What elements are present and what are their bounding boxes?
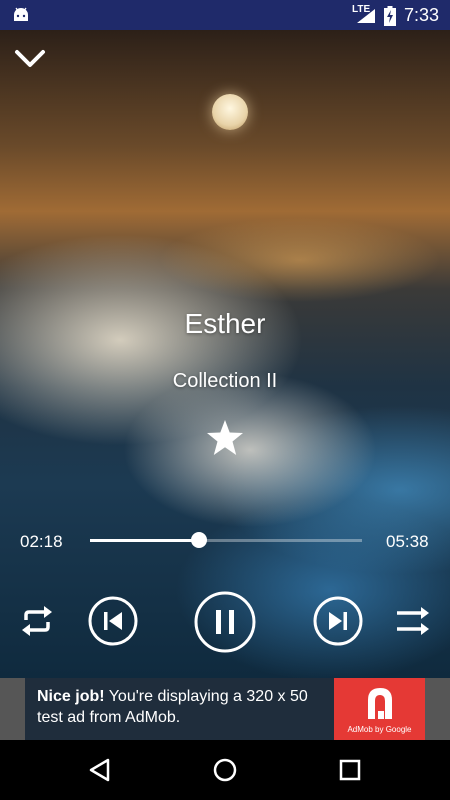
collapse-player-button[interactable]	[12, 44, 48, 74]
sun-image	[212, 94, 248, 130]
test-ad[interactable]: Nice job! You're displaying a 320 x 50 t…	[25, 678, 425, 740]
pause-icon	[194, 591, 256, 653]
chevron-down-icon	[15, 50, 45, 67]
home-icon	[213, 758, 237, 782]
admob-logo: AdMob by Google	[334, 678, 425, 740]
admob-icon	[368, 688, 392, 719]
nav-home-button[interactable]	[211, 756, 239, 784]
recents-icon	[339, 759, 361, 781]
repeat-button[interactable]	[18, 604, 56, 638]
seek-progress	[90, 539, 199, 542]
elapsed-time: 02:18	[20, 532, 63, 551]
signal-icon	[357, 9, 375, 23]
seek-thumb[interactable]	[190, 532, 207, 548]
skip-previous-icon	[88, 596, 138, 646]
shuffle-button[interactable]	[394, 604, 432, 638]
ad-headline: Nice job!	[37, 688, 105, 705]
album-art-background	[0, 30, 450, 678]
repeat-icon	[22, 606, 52, 636]
ad-banner: Nice job! You're displaying a 320 x 50 t…	[0, 678, 450, 740]
admob-caption: AdMob by Google	[347, 725, 412, 734]
star-icon	[207, 420, 243, 455]
status-clock: 7:33	[404, 5, 440, 25]
skip-next-icon	[313, 596, 363, 646]
nav-back-button[interactable]	[86, 756, 114, 784]
shuffle-icon	[397, 607, 429, 635]
nav-recents-button[interactable]	[336, 756, 364, 784]
next-track-button[interactable]	[313, 596, 363, 646]
status-bar: LTE 7:33	[0, 0, 450, 30]
favorite-button[interactable]	[205, 418, 245, 458]
track-title: Esther	[184, 308, 266, 339]
album-name: Collection II	[172, 370, 278, 392]
seek-bar[interactable]	[90, 532, 362, 548]
total-time: 05:38	[386, 532, 429, 551]
android-icon	[14, 7, 28, 21]
previous-track-button[interactable]	[88, 596, 138, 646]
navigation-bar	[0, 740, 450, 800]
play-pause-button[interactable]	[194, 591, 256, 653]
battery-charging-icon	[384, 6, 396, 26]
ad-text: Nice job! You're displaying a 320 x 50 t…	[37, 686, 337, 728]
back-icon	[89, 758, 110, 782]
